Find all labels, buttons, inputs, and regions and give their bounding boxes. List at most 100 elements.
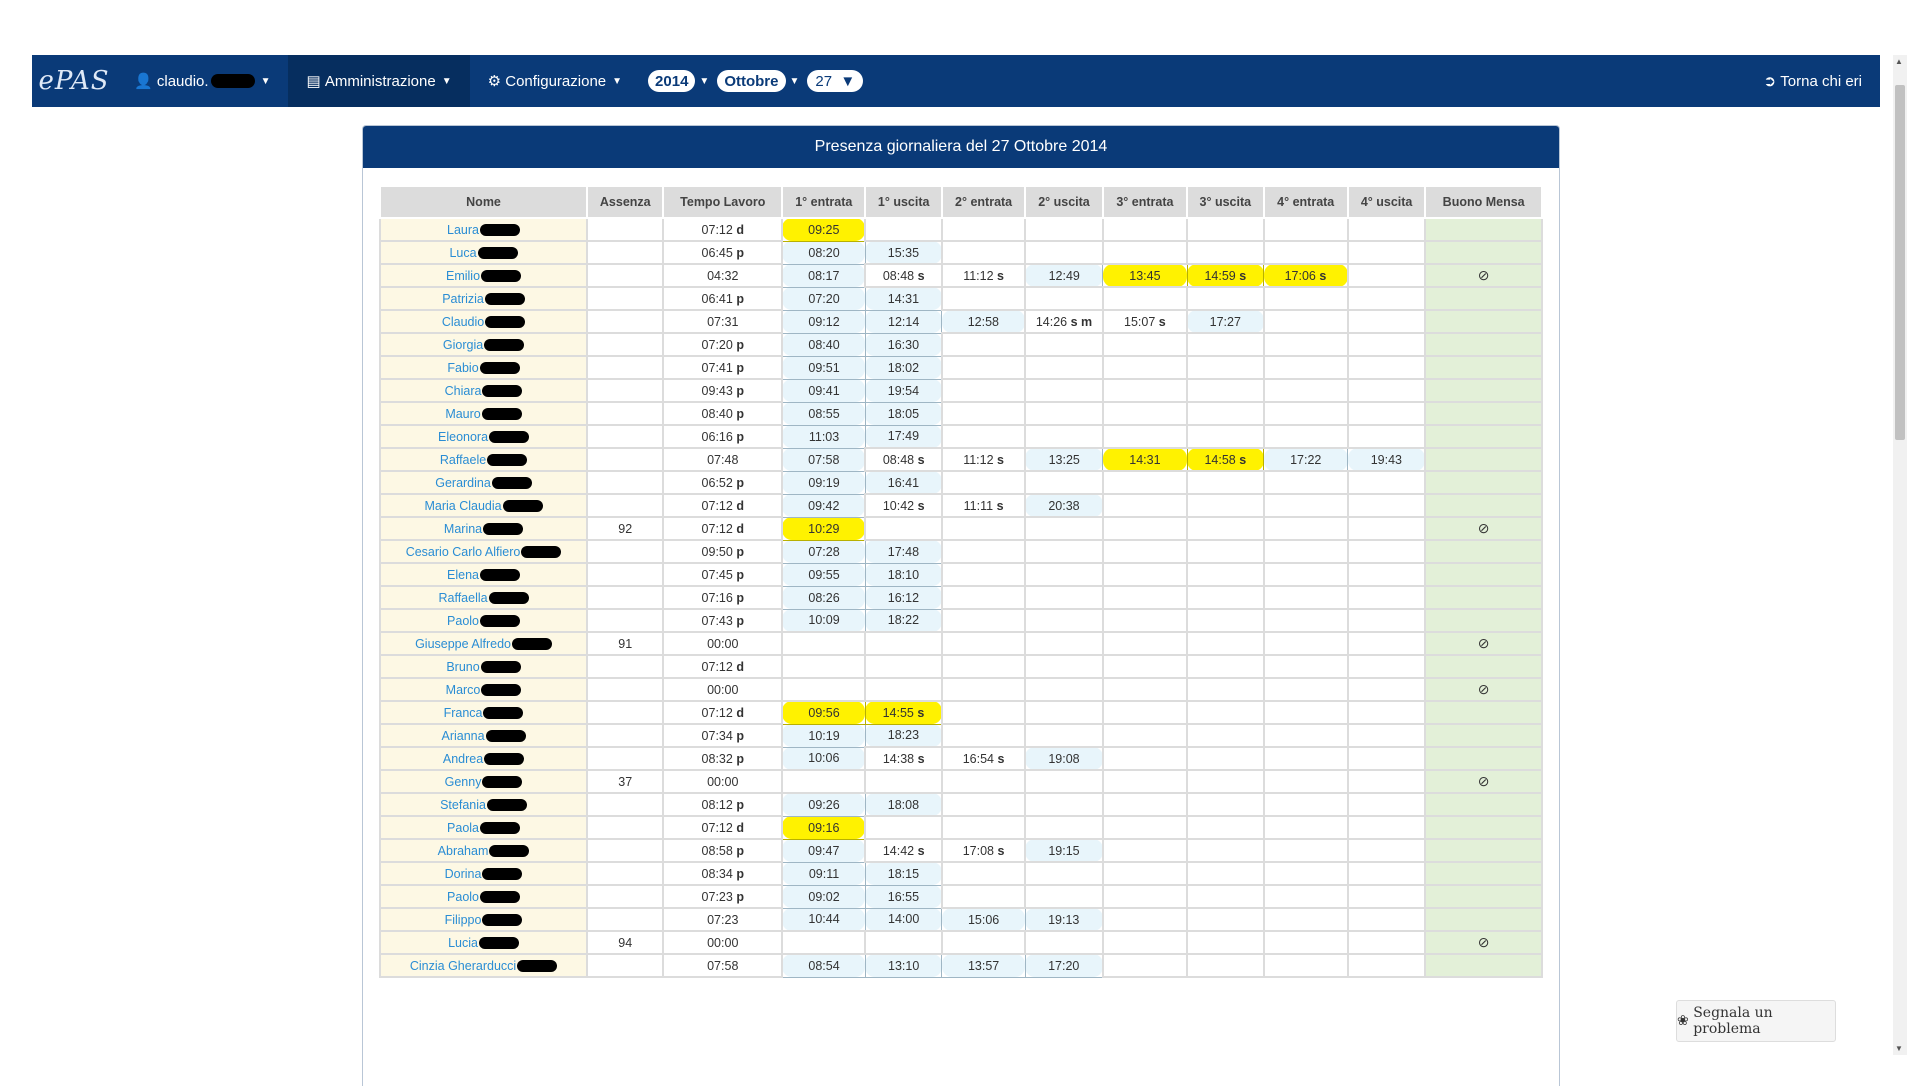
- stamping-cell[interactable]: 10:09: [781, 608, 866, 633]
- employee-name-link[interactable]: Elena: [447, 568, 479, 582]
- employee-name-link[interactable]: Chiara: [445, 384, 482, 398]
- employee-name-link[interactable]: Cesario Carlo Alfiero: [406, 545, 521, 559]
- stamping-cell[interactable]: 19:54: [864, 378, 943, 403]
- stamping-cell[interactable]: 11:11 s: [940, 493, 1027, 518]
- stamping-cell[interactable]: 08:48 s: [864, 263, 943, 288]
- employee-name-link[interactable]: Lucia: [448, 936, 478, 950]
- stamping-cell[interactable]: 17:06 s: [1262, 263, 1349, 288]
- stamping-cell[interactable]: 14:58 s: [1186, 447, 1265, 472]
- employee-name-link[interactable]: Laura: [447, 223, 479, 237]
- stamping-cell[interactable]: 12:58: [941, 309, 1026, 334]
- stamping-cell[interactable]: 09:55: [781, 562, 866, 587]
- employee-name-link[interactable]: Giorgia: [443, 338, 483, 352]
- stamping-cell[interactable]: 09:16: [781, 815, 866, 840]
- stamping-cell[interactable]: 11:12 s: [940, 447, 1027, 472]
- stamping-cell[interactable]: 09:26: [781, 792, 866, 817]
- employee-name-link[interactable]: Claudio: [442, 315, 484, 329]
- stamping-cell[interactable]: 08:55: [781, 401, 866, 426]
- stamping-cell[interactable]: 12:49: [1024, 263, 1104, 288]
- caret-down-icon[interactable]: ▼: [790, 76, 800, 87]
- report-problem-button[interactable]: ❀ Segnala un problema: [1676, 1000, 1836, 1042]
- stamping-cell[interactable]: 16:54 s: [940, 746, 1027, 771]
- stamping-cell[interactable]: 11:12 s: [940, 263, 1027, 288]
- stamping-cell[interactable]: 17:49: [864, 424, 943, 449]
- scrollbar-thumb[interactable]: [1895, 85, 1905, 440]
- config-menu[interactable]: ⚙ Configurazione ▼: [470, 55, 640, 107]
- stamping-cell[interactable]: 14:31: [864, 286, 943, 311]
- stamping-cell[interactable]: 08:54: [781, 953, 866, 978]
- employee-name-link[interactable]: Cinzia Gherarducci: [410, 959, 516, 973]
- stamping-cell[interactable]: 16:41: [864, 470, 943, 495]
- stamping-cell[interactable]: 12:14: [864, 309, 943, 334]
- employee-name-link[interactable]: Bruno: [446, 660, 479, 674]
- stamping-cell[interactable]: 08:26: [781, 585, 866, 610]
- stamping-cell[interactable]: 11:03: [781, 424, 866, 449]
- stamping-cell[interactable]: 10:19: [781, 723, 866, 748]
- stamping-cell[interactable]: 18:02: [864, 355, 943, 380]
- employee-name-link[interactable]: Emilio: [446, 269, 480, 283]
- stamping-cell[interactable]: 13:57: [941, 953, 1026, 978]
- employee-name-link[interactable]: Stefania: [440, 798, 486, 812]
- stamping-cell[interactable]: 18:15: [864, 861, 943, 886]
- scroll-down-icon[interactable]: ▼: [1895, 1044, 1903, 1053]
- employee-name-link[interactable]: Paola: [447, 821, 479, 835]
- stamping-cell[interactable]: 18:05: [864, 401, 943, 426]
- stamping-cell[interactable]: 20:38: [1024, 493, 1104, 518]
- stamping-cell[interactable]: 09:51: [781, 355, 866, 380]
- stamping-cell[interactable]: 15:35: [864, 240, 943, 265]
- stamping-cell[interactable]: 14:59 s: [1186, 263, 1265, 288]
- stamping-cell[interactable]: 09:19: [781, 470, 866, 495]
- stamping-cell[interactable]: 10:06: [781, 746, 866, 771]
- year-select[interactable]: 2014: [648, 70, 696, 92]
- stamping-cell[interactable]: 08:40: [781, 332, 866, 357]
- employee-name-link[interactable]: Mauro: [445, 407, 480, 421]
- stamping-cell[interactable]: 18:22: [864, 608, 943, 633]
- stamping-cell[interactable]: 07:28: [781, 539, 866, 564]
- employee-name-link[interactable]: Gerardina: [435, 476, 491, 490]
- stamping-cell[interactable]: 15:07 s: [1101, 309, 1189, 334]
- employee-name-link[interactable]: Marina: [444, 522, 482, 536]
- scroll-up-icon[interactable]: ▲: [1895, 57, 1903, 66]
- user-menu[interactable]: 👤 claudio. ▼: [116, 55, 288, 107]
- stamping-cell[interactable]: 10:42 s: [864, 493, 943, 518]
- employee-name-link[interactable]: Arianna: [441, 729, 484, 743]
- employee-name-link[interactable]: Eleonora: [438, 430, 488, 444]
- stamping-cell[interactable]: 08:48 s: [864, 447, 943, 472]
- employee-name-link[interactable]: Maria Claudia: [424, 499, 501, 513]
- stamping-cell[interactable]: 09:47: [781, 838, 866, 863]
- stamping-cell[interactable]: 14:26 s m: [1024, 309, 1104, 334]
- stamping-cell[interactable]: 15:06: [941, 907, 1026, 932]
- back-link[interactable]: ➲ Torna chi eri: [1746, 55, 1880, 107]
- stamping-cell[interactable]: 09:56: [781, 700, 866, 725]
- stamping-cell[interactable]: 17:22: [1262, 447, 1349, 472]
- employee-name-link[interactable]: Genny: [445, 775, 482, 789]
- stamping-cell[interactable]: 19:13: [1024, 907, 1104, 932]
- stamping-cell[interactable]: 10:29: [781, 516, 866, 541]
- stamping-cell[interactable]: 09:12: [781, 309, 866, 334]
- stamping-cell[interactable]: 07:20: [781, 286, 866, 311]
- employee-name-link[interactable]: Raffaella: [438, 591, 487, 605]
- stamping-cell[interactable]: 10:44: [781, 907, 866, 932]
- employee-name-link[interactable]: Raffaele: [440, 453, 486, 467]
- employee-name-link[interactable]: Filippo: [445, 913, 482, 927]
- caret-down-icon[interactable]: ▼: [699, 76, 709, 87]
- stamping-cell[interactable]: 18:10: [864, 562, 943, 587]
- month-select[interactable]: Ottobre: [717, 70, 786, 92]
- employee-name-link[interactable]: Andrea: [443, 752, 483, 766]
- day-select[interactable]: 27 ▼: [807, 70, 864, 92]
- admin-menu[interactable]: ▤ Amministrazione ▼: [288, 55, 470, 107]
- stamping-cell[interactable]: 14:55 s: [864, 700, 943, 725]
- stamping-cell[interactable]: 17:20: [1024, 953, 1104, 978]
- employee-name-link[interactable]: Dorina: [445, 867, 482, 881]
- stamping-cell[interactable]: 09:02: [781, 884, 866, 909]
- employee-name-link[interactable]: Franca: [444, 706, 483, 720]
- employee-name-link[interactable]: Abraham: [438, 844, 489, 858]
- stamping-cell[interactable]: 16:12: [864, 585, 943, 610]
- stamping-cell[interactable]: 08:17: [781, 263, 866, 288]
- stamping-cell[interactable]: 13:10: [864, 953, 943, 978]
- stamping-cell[interactable]: 09:25: [781, 217, 866, 242]
- page-scrollbar[interactable]: ▲ ▼: [1893, 55, 1907, 1055]
- stamping-cell[interactable]: 08:20: [781, 240, 866, 265]
- stamping-cell[interactable]: 09:41: [781, 378, 866, 403]
- stamping-cell[interactable]: 14:31: [1102, 447, 1188, 472]
